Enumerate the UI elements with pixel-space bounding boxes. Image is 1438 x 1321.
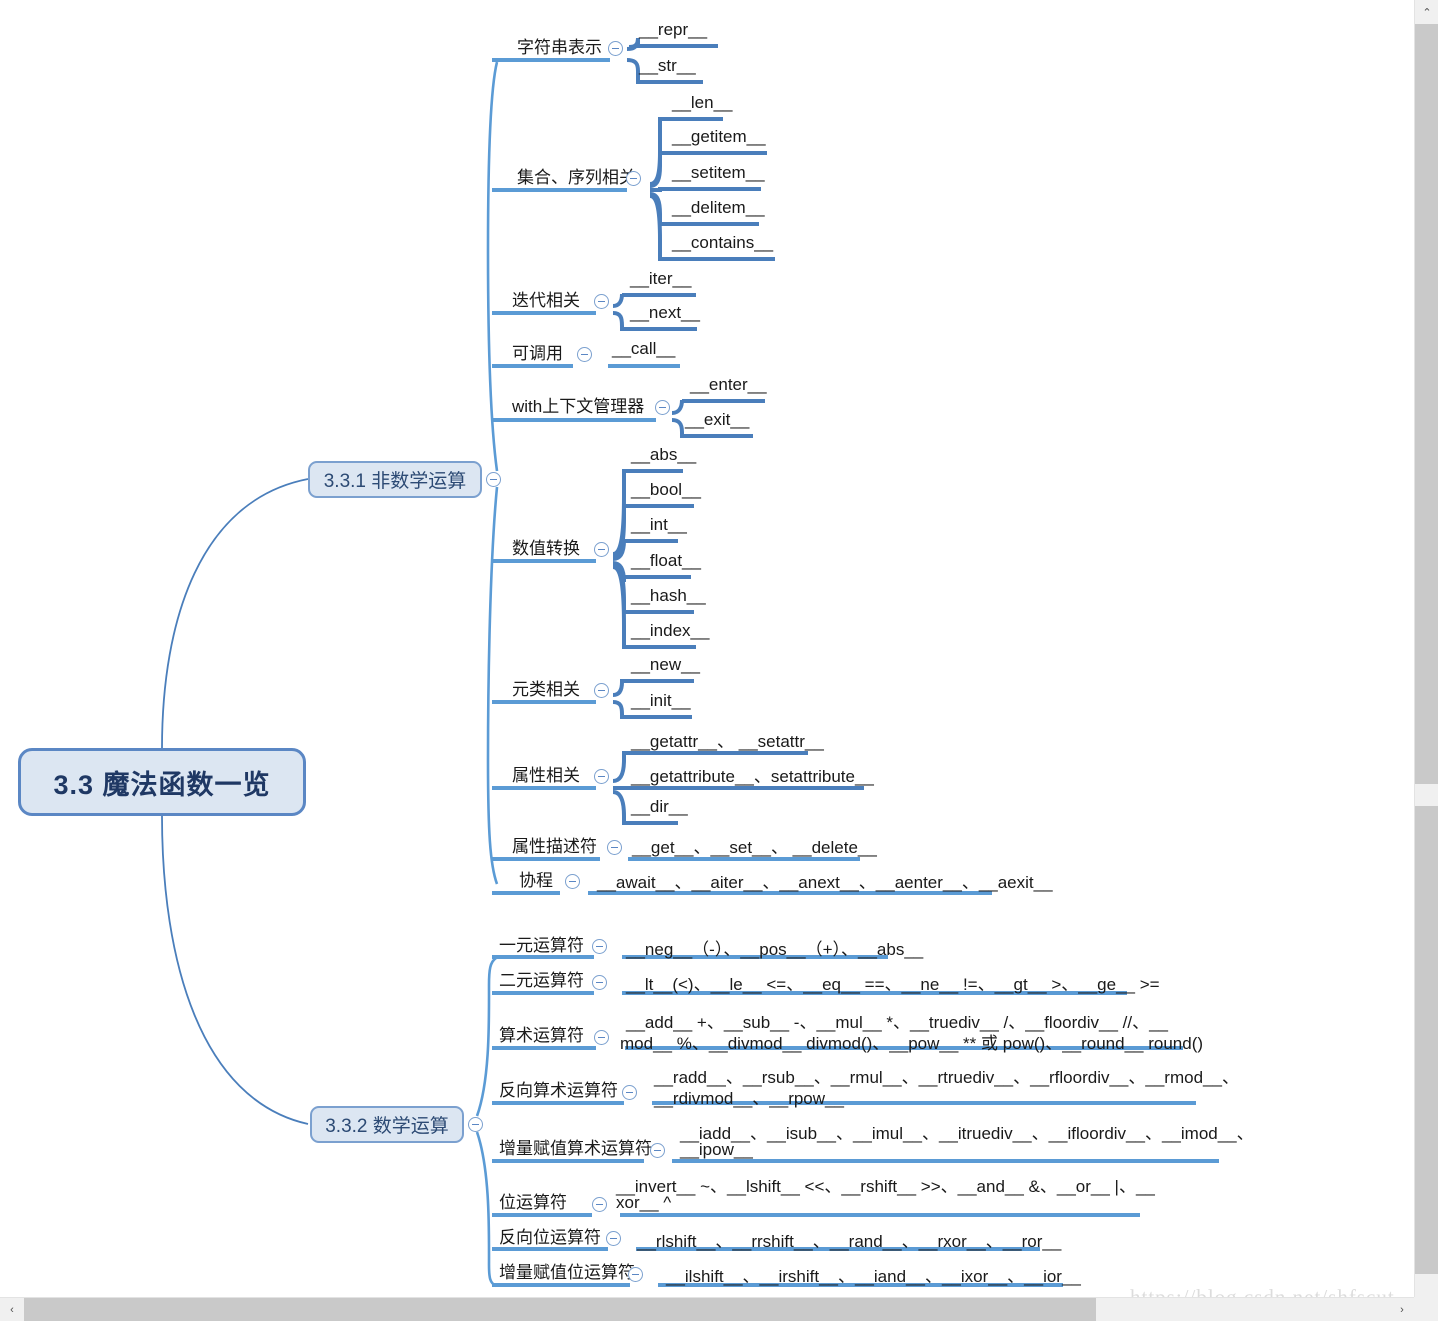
category-label-metaclass[interactable]: 元类相关 xyxy=(512,679,580,700)
leaf-dir[interactable]: __dir__ xyxy=(631,797,688,817)
mindmap-canvas: 3.3 魔法函数一览 3.3.1 非数学运算 3.3.2 数学运算 字符串表示 … xyxy=(0,0,1438,1321)
category-label-context-manager[interactable]: with上下文管理器 xyxy=(512,396,644,417)
math-value-bitwise-line2[interactable]: xor__ ^ xyxy=(616,1193,671,1213)
math-label-reverse-arithmetic[interactable]: 反向算术运算符 xyxy=(499,1080,618,1101)
scroll-left-arrow-icon[interactable]: ‹ xyxy=(0,1298,24,1321)
category-label-collection-sequence[interactable]: 集合、序列相关 xyxy=(517,167,636,188)
collapse-toggle-bitwise[interactable] xyxy=(592,1197,607,1212)
leaf-repr[interactable]: __repr__ xyxy=(639,20,707,40)
category-label-attributes[interactable]: 属性相关 xyxy=(512,765,580,786)
root-node[interactable]: 3.3 魔法函数一览 xyxy=(18,748,306,816)
branch-label-math: 3.3.2 数学运算 xyxy=(325,1116,449,1137)
collapse-toggle-iteration[interactable] xyxy=(594,294,609,309)
collapse-toggle-unary[interactable] xyxy=(592,939,607,954)
category-label-numeric-conversion[interactable]: 数值转换 xyxy=(512,538,580,559)
root-label: 3.3 魔法函数一览 xyxy=(53,769,271,800)
collapse-toggle-reverse-bitwise[interactable] xyxy=(606,1231,621,1246)
collapse-toggle-attributes[interactable] xyxy=(594,769,609,784)
math-label-inplace-bitwise[interactable]: 增量赋值位运算符 xyxy=(499,1262,635,1283)
collapse-toggle-numeric-conversion[interactable] xyxy=(594,542,609,557)
collapse-toggle-math[interactable] xyxy=(468,1117,483,1132)
leaf-coroutine-methods[interactable]: __await__、__aiter__、__anext__、__aenter__… xyxy=(597,868,1053,893)
leaf-abs[interactable]: __abs__ xyxy=(631,445,696,465)
leaf-getattr-setattr[interactable]: __getattr__、 __setattr__ xyxy=(631,727,824,752)
leaf-next[interactable]: __next__ xyxy=(630,303,700,323)
collapse-toggle-callable[interactable] xyxy=(577,347,592,362)
math-value-unary[interactable]: __neg__（-）、__pos__（+）、__abs__ xyxy=(626,935,923,960)
vertical-scrollbar[interactable]: ⌃ ⌄ xyxy=(1414,0,1438,1321)
leaf-exit[interactable]: __exit__ xyxy=(685,410,749,430)
collapse-toggle-coroutine[interactable] xyxy=(565,874,580,889)
leaf-init[interactable]: __init__ xyxy=(631,691,691,711)
collapse-toggle-collection-sequence[interactable] xyxy=(626,171,641,186)
leaf-index[interactable]: __index__ xyxy=(631,621,709,641)
collapse-toggle-nonmath[interactable] xyxy=(486,472,501,487)
leaf-call[interactable]: __call__ xyxy=(612,339,675,359)
math-value-reverse-arithmetic-line2[interactable]: __rdivmod__、__rpow__ xyxy=(654,1084,844,1109)
leaf-bool[interactable]: __bool__ xyxy=(631,480,701,500)
branch-label-nonmath: 3.3.1 非数学运算 xyxy=(323,471,467,492)
vertical-scrollbar-thumb[interactable] xyxy=(1415,24,1438,784)
leaf-getitem[interactable]: __getitem__ xyxy=(672,127,766,147)
math-value-reverse-bitwise[interactable]: __rlshift__、__rrshift__、__rand__、__rxor_… xyxy=(637,1227,1061,1252)
horizontal-scrollbar-thumb[interactable] xyxy=(24,1298,1096,1321)
math-label-arithmetic[interactable]: 算术运算符 xyxy=(499,1025,584,1046)
leaf-float[interactable]: __float__ xyxy=(631,551,701,571)
collapse-toggle-reverse-arithmetic[interactable] xyxy=(622,1085,637,1100)
category-label-callable[interactable]: 可调用 xyxy=(512,343,563,364)
category-label-coroutine[interactable]: 协程 xyxy=(519,870,553,891)
math-value-inplace-bitwise[interactable]: __ilshift__、__irshift__、__iand__、__ixor_… xyxy=(666,1262,1081,1287)
math-label-reverse-bitwise[interactable]: 反向位运算符 xyxy=(499,1227,601,1248)
branch-node-math[interactable]: 3.3.2 数学运算 xyxy=(310,1106,464,1143)
branch-node-nonmath[interactable]: 3.3.1 非数学运算 xyxy=(308,461,482,498)
leaf-hash[interactable]: __hash__ xyxy=(631,586,706,606)
math-label-binary[interactable]: 二元运算符 xyxy=(499,970,584,991)
math-value-arithmetic-line2[interactable]: mod__ %、__divmod__ divmod()、__pow__ ** 或… xyxy=(620,1029,1203,1054)
scrollbar-corner xyxy=(1414,1297,1438,1321)
math-value-inplace-arithmetic-line1[interactable]: __iadd__、__isub__、__imul__、__itruediv__、… xyxy=(680,1119,1254,1144)
category-label-descriptor[interactable]: 属性描述符 xyxy=(512,836,597,857)
leaf-getattribute-setattribute[interactable]: __getattribute__、setattribute__ xyxy=(631,762,874,787)
leaf-len[interactable]: __len__ xyxy=(672,93,733,113)
math-label-inplace-arithmetic[interactable]: 增量赋值算术运算符 xyxy=(499,1138,652,1159)
collapse-toggle-arithmetic[interactable] xyxy=(594,1030,609,1045)
leaf-enter[interactable]: __enter__ xyxy=(690,375,767,395)
collapse-toggle-string-repr[interactable] xyxy=(608,41,623,56)
leaf-setitem[interactable]: __setitem__ xyxy=(672,163,765,183)
collapse-toggle-inplace-bitwise[interactable] xyxy=(628,1267,643,1282)
leaf-get-set-delete[interactable]: __get__、__set__、 __delete__ xyxy=(632,833,877,858)
collapse-toggle-descriptor[interactable] xyxy=(607,840,622,855)
scroll-right-arrow-icon[interactable]: › xyxy=(1390,1298,1414,1321)
leaf-delitem[interactable]: __delitem__ xyxy=(672,198,765,218)
leaf-str[interactable]: __str__ xyxy=(639,56,696,76)
vertical-scrollbar-thumb-lower[interactable] xyxy=(1415,806,1438,1274)
math-value-binary[interactable]: __lt__(<)、__le__ <=、__eq__ ==、__ne__ !=、… xyxy=(626,970,1160,995)
collapse-toggle-binary[interactable] xyxy=(592,975,607,990)
leaf-iter[interactable]: __iter__ xyxy=(630,269,691,289)
collapse-toggle-inplace-arithmetic[interactable] xyxy=(650,1143,665,1158)
leaf-int[interactable]: __int__ xyxy=(631,515,687,535)
math-label-bitwise[interactable]: 位运算符 xyxy=(499,1192,567,1213)
category-label-iteration[interactable]: 迭代相关 xyxy=(512,290,580,311)
leaf-contains[interactable]: __contains__ xyxy=(672,233,773,253)
math-label-unary[interactable]: 一元运算符 xyxy=(499,935,584,956)
collapse-toggle-context-manager[interactable] xyxy=(655,400,670,415)
category-label-string-repr[interactable]: 字符串表示 xyxy=(517,37,602,58)
horizontal-scrollbar[interactable]: ‹ › xyxy=(0,1297,1414,1321)
math-value-bitwise-line1[interactable]: __invert__ ~、__lshift__ <<、__rshift__ >>… xyxy=(616,1172,1155,1197)
scroll-up-arrow-icon[interactable]: ⌃ xyxy=(1415,0,1438,24)
leaf-new[interactable]: __new__ xyxy=(631,655,700,675)
collapse-toggle-metaclass[interactable] xyxy=(594,683,609,698)
math-value-inplace-arithmetic-line2[interactable]: __ipow__ xyxy=(680,1140,753,1160)
